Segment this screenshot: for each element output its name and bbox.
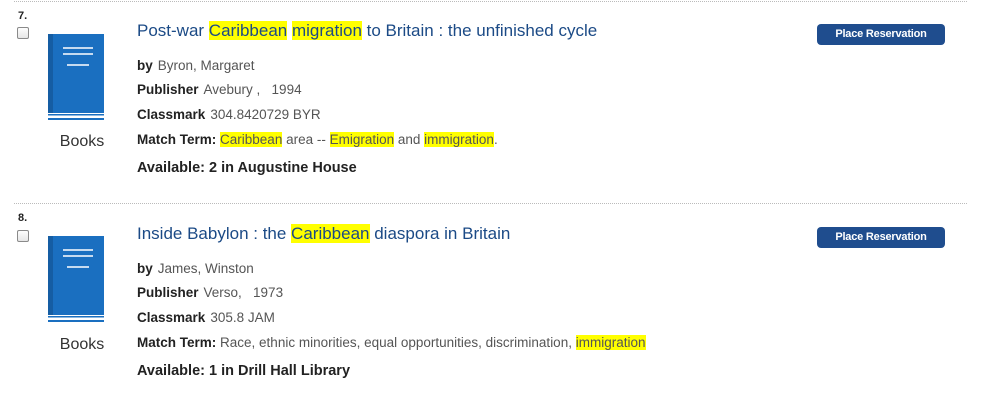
publisher-row: Publisher Verso, 1973 (137, 285, 283, 300)
author-value: James, Winston (157, 261, 254, 276)
classmark-value: 305.8 JAM (210, 310, 275, 325)
title-text: diaspora in Britain (369, 224, 511, 243)
publisher-row: Publisher Avebury , 1994 (137, 82, 302, 97)
title-text: Post-war (137, 21, 209, 40)
match-text: . (493, 132, 498, 147)
select-checkbox[interactable] (17, 230, 29, 242)
match-text: area -- (282, 132, 330, 147)
result-record-8: 8. Books Inside Babylon : the Caribbean … (0, 200, 967, 405)
format-label: Books (59, 133, 105, 150)
availability-text: Available: 2 in Augustine House (137, 160, 357, 176)
title-text: to Britain : the unfinished cycle (361, 21, 598, 40)
classmark-row: Classmark 304.8420729 BYR (137, 107, 321, 122)
book-icon (48, 236, 104, 322)
author-label: by (137, 58, 153, 73)
place-reservation-button[interactable]: Place Reservation (817, 227, 945, 248)
separator (14, 1, 967, 2)
availability-text: Available: 1 in Drill Hall Library (137, 363, 351, 379)
publisher-label: Publisher (137, 285, 199, 300)
format-label: Books (59, 336, 105, 353)
publisher-label: Publisher (137, 82, 199, 97)
record-title-link[interactable]: Inside Babylon : the Caribbean diaspora … (137, 224, 510, 244)
match-highlight: immigration (424, 132, 494, 147)
match-text: and (394, 132, 425, 147)
classmark-value: 304.8420729 BYR (210, 107, 321, 122)
record-title-link[interactable]: Post-war Caribbean migration to Britain … (137, 21, 597, 41)
match-text: Race, ethnic minorities, equal opportuni… (220, 335, 576, 350)
match-highlight: immigration (575, 335, 646, 350)
match-term-label: Match Term: (137, 335, 217, 350)
select-checkbox[interactable] (17, 27, 29, 39)
classmark-label: Classmark (137, 107, 206, 122)
publisher-value: Avebury , 1994 (203, 82, 302, 97)
result-number: 7. (18, 10, 28, 22)
match-term-label: Match Term: (137, 132, 217, 147)
title-highlight: migration (291, 21, 362, 40)
result-number: 8. (18, 212, 28, 224)
title-highlight: Caribbean (208, 21, 288, 40)
author-value: Byron, Margaret (157, 58, 255, 73)
separator (14, 203, 967, 204)
classmark-row: Classmark 305.8 JAM (137, 310, 275, 325)
match-highlight: Caribbean (220, 132, 283, 147)
place-reservation-button[interactable]: Place Reservation (817, 24, 945, 45)
match-highlight: Emigration (329, 132, 395, 147)
publisher-value: Verso, 1973 (203, 285, 284, 300)
title-text: Inside Babylon : the (137, 224, 292, 243)
title-highlight: Caribbean (291, 224, 370, 243)
result-record-7: 7. Books Post-war Caribbean migration to… (0, 0, 967, 200)
author-row: by James, Winston (137, 261, 254, 276)
book-icon (48, 34, 104, 120)
match-term-row: Match Term: Caribbean area -- Emigration… (137, 132, 498, 147)
author-label: by (137, 261, 153, 276)
author-row: by Byron, Margaret (137, 58, 255, 73)
classmark-label: Classmark (137, 310, 206, 325)
match-term-row: Match Term: Race, ethnic minorities, equ… (137, 335, 646, 350)
